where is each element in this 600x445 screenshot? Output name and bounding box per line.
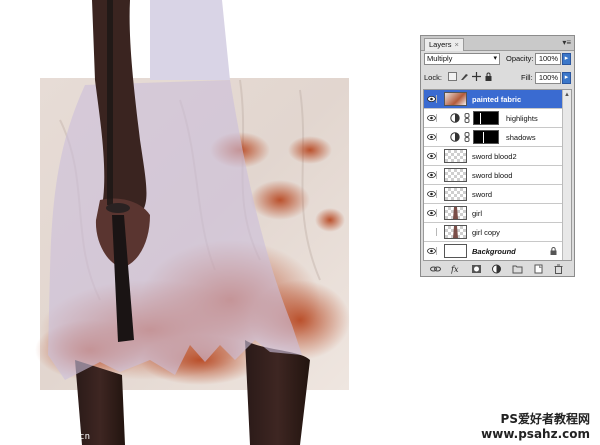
fill-label: Fill: (521, 73, 533, 82)
scroll-up-icon[interactable]: ▲ (564, 92, 570, 98)
eye-icon[interactable] (427, 209, 437, 217)
layers-list: painted fabric highlights shadows sword … (423, 89, 572, 261)
fill-slider-button[interactable]: ▸ (562, 72, 571, 84)
layer-thumbnail (444, 206, 467, 220)
layer-row-background[interactable]: Background (424, 242, 563, 260)
layers-scrollbar[interactable]: ▲ (562, 90, 571, 260)
folder-icon[interactable] (512, 264, 523, 274)
lock-icon (550, 247, 557, 255)
panel-menu-icon[interactable]: ▾≡ (562, 38, 571, 47)
layer-row-painted-fabric[interactable]: painted fabric (424, 90, 563, 109)
layer-row-sword-blood2[interactable]: sword blood2 (424, 147, 563, 166)
layer-row-shadows[interactable]: shadows (424, 128, 563, 147)
eye-icon[interactable] (427, 114, 437, 122)
layer-name: sword (472, 190, 493, 199)
lock-label: Lock: (424, 73, 442, 82)
panel-tab-bar: Layers × ▾≡ (421, 36, 574, 51)
layer-row-highlights[interactable]: highlights (424, 109, 563, 128)
mask-icon[interactable] (471, 264, 482, 274)
layer-name: girl copy (472, 228, 500, 237)
eye-icon[interactable] (427, 247, 437, 255)
new-layer-icon[interactable] (533, 264, 544, 274)
tab-close-icon[interactable]: × (455, 40, 459, 49)
layer-name: painted fabric (472, 95, 522, 104)
layer-row-sword[interactable]: sword (424, 185, 563, 204)
chain-link-icon (464, 132, 470, 142)
opacity-value: 100% (538, 54, 558, 63)
layer-mask-thumbnail (473, 130, 499, 144)
watermark-right-url: www.psahz.com (481, 427, 590, 441)
layer-name: sword blood (472, 171, 513, 180)
adjustment-layer-icon (450, 132, 460, 142)
chain-link-icon (464, 113, 470, 123)
lock-all-icon[interactable] (484, 72, 493, 81)
adjustment-icon[interactable] (491, 264, 502, 274)
watermark-left: www.16PS.com.cn (6, 432, 91, 442)
layer-thumbnail (444, 225, 467, 239)
eye-icon[interactable] (427, 152, 437, 160)
adjustment-layer-icon (450, 113, 460, 123)
layer-name: girl (472, 209, 483, 218)
layer-row-girl-copy[interactable]: girl copy (424, 223, 563, 242)
layer-name: Background (472, 247, 516, 256)
panel-bottom-toolbar: fx (421, 264, 574, 276)
tab-layers-label: Layers (429, 40, 452, 49)
eye-icon[interactable] (427, 133, 437, 141)
blend-mode-value: Multiply (427, 54, 453, 63)
layer-thumbnail (444, 244, 467, 258)
canvas-artwork[interactable] (0, 0, 410, 445)
link-icon[interactable] (430, 264, 441, 274)
fill-field[interactable]: 100% (535, 72, 561, 84)
opacity-label: Opacity: (506, 54, 534, 63)
svg-text:fx: fx (451, 265, 459, 274)
opacity-field[interactable]: 100% (535, 53, 561, 65)
eye-hidden-icon[interactable] (427, 228, 437, 236)
opacity-slider-button[interactable]: ▸ (562, 53, 571, 65)
lock-move-icon[interactable] (472, 72, 481, 81)
layer-row-sword-blood[interactable]: sword blood (424, 166, 563, 185)
eye-icon[interactable] (427, 171, 437, 179)
layer-name: sword blood2 (472, 152, 517, 161)
fill-value: 100% (538, 73, 558, 82)
chevron-down-icon: ▾ (493, 55, 497, 62)
lock-brush-icon[interactable] (460, 72, 469, 81)
lock-transparent-icon[interactable] (448, 72, 457, 81)
trash-icon[interactable] (553, 264, 564, 274)
layer-thumbnail (444, 187, 467, 201)
layer-row-girl[interactable]: girl (424, 204, 563, 223)
fx-icon[interactable]: fx (451, 264, 462, 274)
eye-icon[interactable] (427, 95, 437, 103)
layer-name: shadows (506, 133, 536, 142)
layer-thumbnail (444, 149, 467, 163)
layer-thumbnail (444, 168, 467, 182)
tab-layers[interactable]: Layers × (424, 38, 464, 51)
watermark-right-title: PS爱好者教程网 (500, 412, 590, 426)
layers-panel: Layers × ▾≡ Multiply ▾ Opacity: 100% ▸ Lo… (420, 35, 575, 277)
blend-mode-select[interactable]: Multiply ▾ (424, 53, 500, 65)
layer-mask-thumbnail (473, 111, 499, 125)
layer-name: highlights (506, 114, 538, 123)
eye-icon[interactable] (427, 190, 437, 198)
layer-thumbnail (444, 92, 467, 106)
